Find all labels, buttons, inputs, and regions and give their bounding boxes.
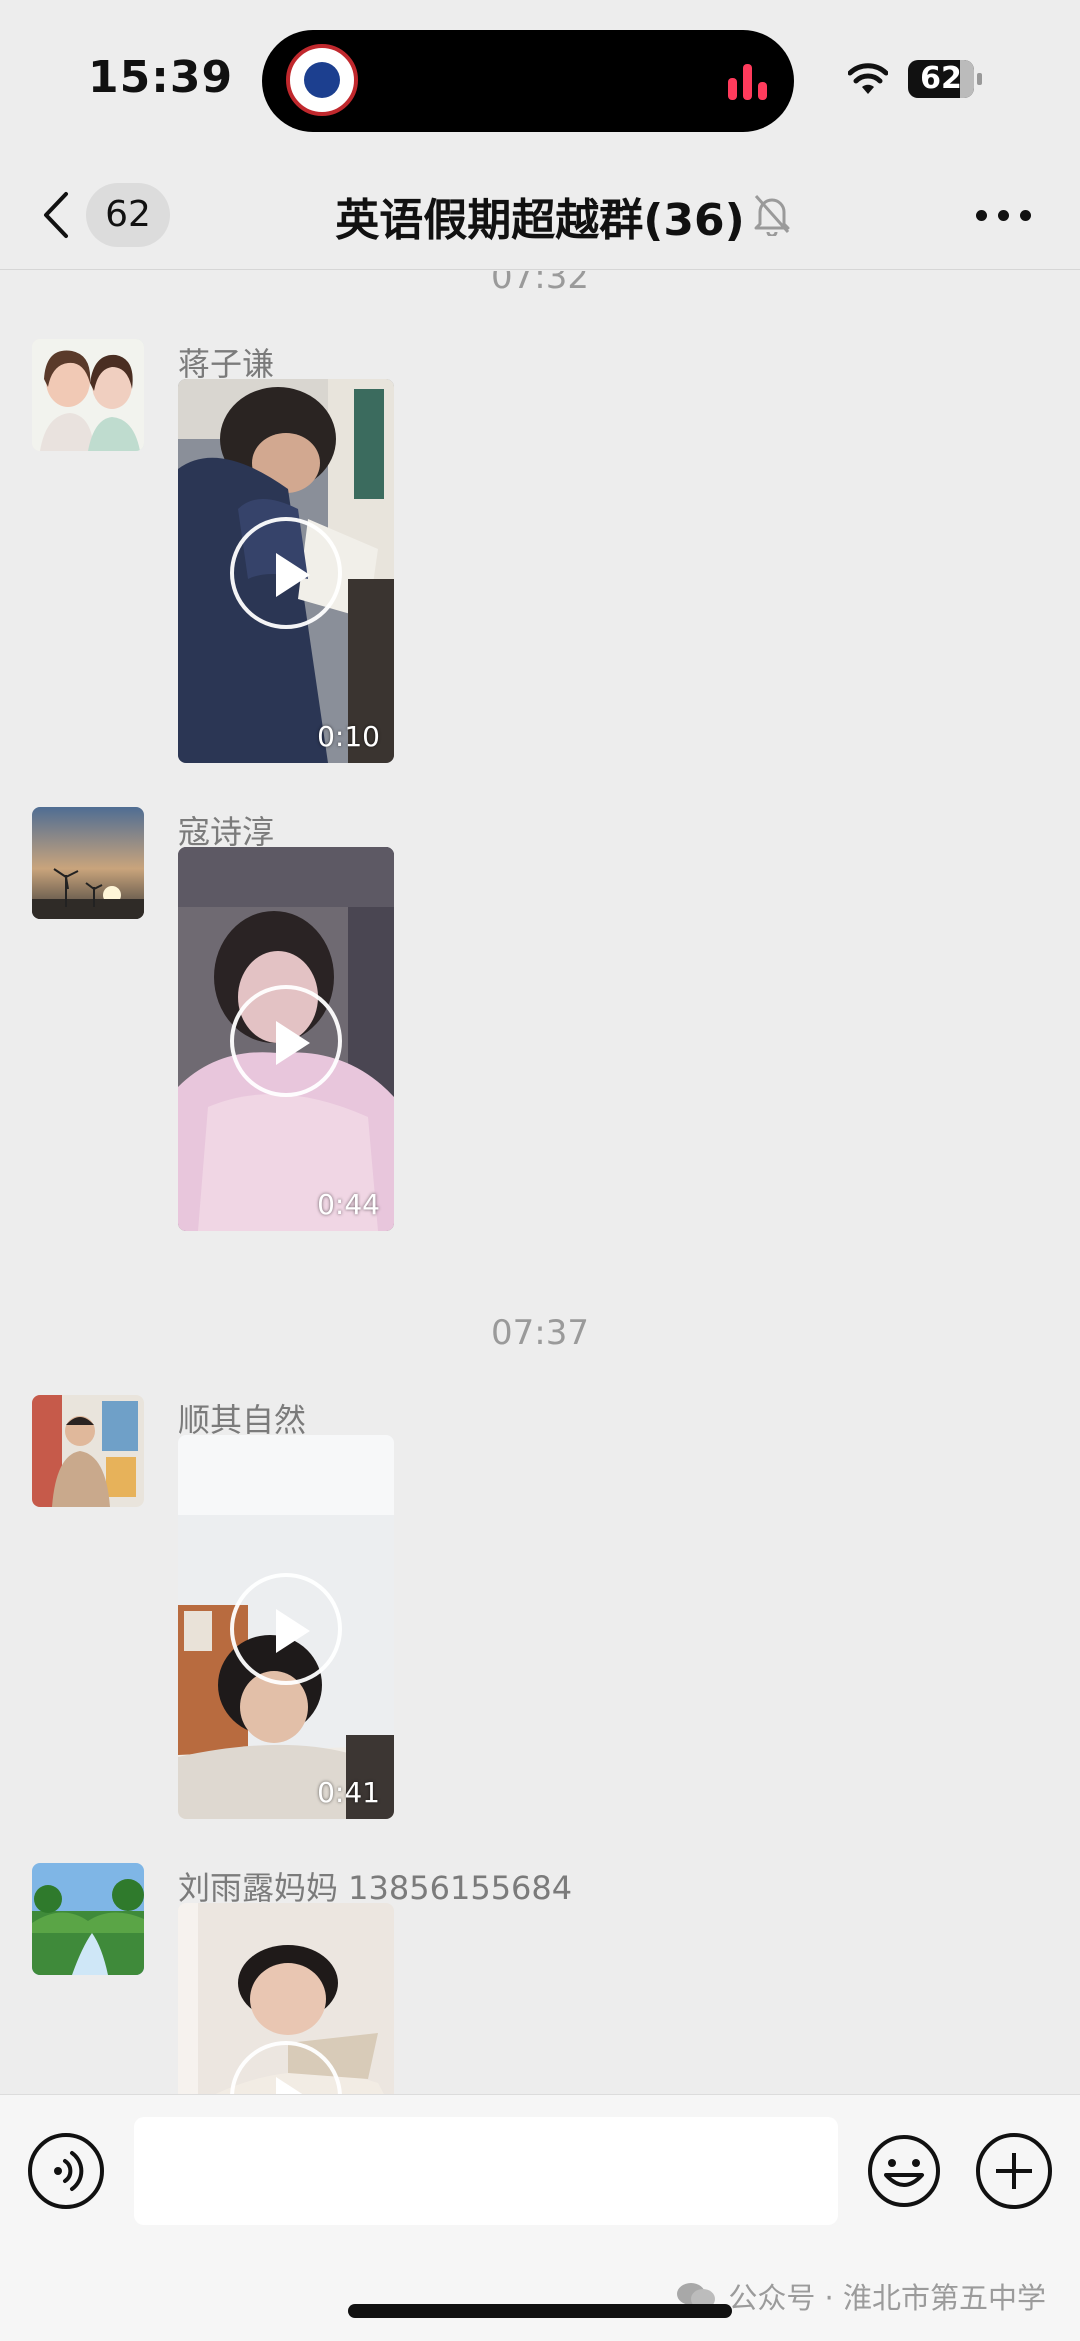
play-icon[interactable] [230,985,342,1097]
voice-icon [54,2151,84,2191]
message-list[interactable]: 07:32 蒋子谦 0:10 寇诗淳 0:44 07:37 顺其自然 0:41 … [0,271,1080,2094]
video-message[interactable]: 0:41 [178,1435,394,1819]
more-options-button[interactable] [976,200,1032,230]
message-input[interactable] [134,2117,838,2225]
more-actions-button[interactable] [976,2133,1052,2209]
home-indicator[interactable] [348,2304,732,2318]
video-duration: 0:10 [317,720,380,753]
emoji-icon[interactable] [866,2133,942,2209]
avatar[interactable] [32,339,144,451]
nav-bar: 英语假期超越群(36) 62 [0,160,1080,270]
video-message[interactable] [178,1903,394,2094]
avatar[interactable] [32,1395,144,1507]
avatar[interactable] [32,1863,144,1975]
video-message[interactable]: 0:44 [178,847,394,1231]
unread-count-badge: 62 [86,183,170,247]
status-bar: 15:39 62 [0,0,1080,160]
watermark-text: 公众号 · 淮北市第五中学 [728,2281,1046,2315]
video-duration: 0:41 [317,1776,380,1809]
chat-screen: 15:39 62 英语假期超越群(36) 62 07:32 蒋子谦 0:10 寇… [0,0,1080,2341]
timestamp: 07:32 [491,271,589,297]
audio-bars-icon [728,64,768,100]
video-message[interactable]: 0:10 [178,379,394,763]
timestamp: 07:37 [491,1313,589,1353]
status-time: 15:39 [88,52,234,103]
dynamic-island[interactable] [262,30,794,132]
play-icon[interactable] [230,1573,342,1685]
voice-input-button[interactable] [28,2133,104,2209]
play-icon[interactable] [230,517,342,629]
avatar[interactable] [32,807,144,919]
chevron-left-icon [44,192,68,238]
school-logo-icon [286,44,358,116]
video-duration: 0:44 [317,1188,380,1221]
mute-bell-icon [754,195,790,236]
wifi-icon [848,63,888,94]
battery-icon: 62 [908,60,982,98]
battery-level: 62 [920,61,962,96]
back-button[interactable]: 62 [40,182,180,248]
